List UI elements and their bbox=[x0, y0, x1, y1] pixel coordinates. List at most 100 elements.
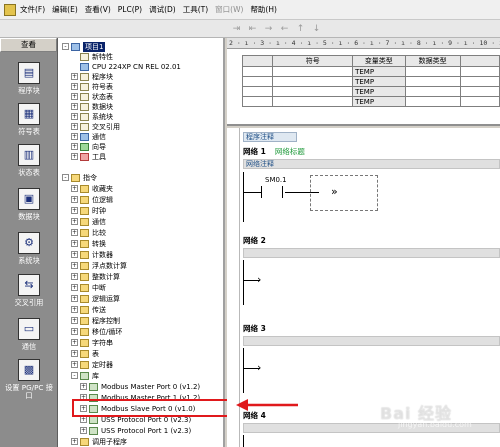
network-2-comment[interactable] bbox=[243, 248, 500, 258]
table-cell[interactable] bbox=[272, 76, 354, 87]
expand-icon[interactable]: + bbox=[71, 295, 78, 302]
expand-icon[interactable]: + bbox=[71, 273, 78, 280]
tree-item-data-block[interactable]: + 数据块 bbox=[71, 102, 113, 111]
expand-icon[interactable]: + bbox=[71, 317, 78, 324]
arrow-left-icon[interactable]: ← bbox=[278, 22, 291, 35]
collapse-icon[interactable]: - bbox=[71, 372, 78, 379]
tree-item-clock[interactable]: + 时钟 bbox=[71, 206, 106, 215]
tree-item-comm-instr[interactable]: + 通信 bbox=[71, 217, 106, 226]
expand-icon[interactable]: + bbox=[71, 438, 78, 445]
table-row[interactable]: TEMP bbox=[241, 76, 500, 87]
nav-communication[interactable]: ▭ 通信 bbox=[0, 318, 58, 351]
tree-item-instructions[interactable]: - 指令 bbox=[62, 173, 97, 182]
tree-item-system-block[interactable]: + 系统块 bbox=[71, 112, 113, 121]
expand-icon[interactable]: + bbox=[71, 339, 78, 346]
outdent-icon[interactable]: ⇤ bbox=[246, 22, 259, 35]
expand-icon[interactable]: + bbox=[71, 103, 78, 110]
menu-file[interactable]: 文件(F) bbox=[20, 4, 45, 15]
table-cell[interactable] bbox=[404, 66, 461, 77]
table-cell[interactable] bbox=[459, 86, 500, 97]
arrow-right-icon[interactable]: → bbox=[262, 22, 275, 35]
table-cell[interactable] bbox=[404, 96, 461, 107]
table-cell[interactable] bbox=[272, 96, 354, 107]
expand-icon[interactable]: + bbox=[80, 416, 87, 423]
open-branch-icon[interactable]: › bbox=[257, 362, 261, 373]
tree-item-cross-reference[interactable]: + 交叉引用 bbox=[71, 122, 120, 131]
table-cell[interactable] bbox=[272, 66, 354, 77]
tree-item-status-table[interactable]: + 状态表 bbox=[71, 92, 113, 101]
expand-icon[interactable]: + bbox=[71, 361, 78, 368]
tree-item-favorites[interactable]: + 收藏夹 bbox=[71, 184, 113, 193]
expand-icon[interactable]: + bbox=[71, 83, 78, 90]
table-cell[interactable]: TEMP bbox=[352, 96, 406, 107]
tree-item-cpu[interactable]: CPU 224XP CN REL 02.01 bbox=[71, 62, 181, 71]
program-comment[interactable]: 程序注释 bbox=[243, 132, 297, 142]
table-cell[interactable] bbox=[272, 86, 354, 97]
collapse-icon[interactable]: - bbox=[62, 174, 69, 181]
menu-edit[interactable]: 编辑(E) bbox=[52, 4, 78, 15]
nav-cross-reference[interactable]: ⇆ 交叉引用 bbox=[0, 274, 58, 307]
expand-icon[interactable]: + bbox=[71, 229, 78, 236]
tree-item-project[interactable]: - 项目1 bbox=[62, 41, 106, 52]
expand-icon[interactable]: + bbox=[80, 383, 87, 390]
nav-status-table[interactable]: ▥ 状态表 bbox=[0, 144, 58, 177]
table-cell[interactable] bbox=[241, 66, 274, 77]
expand-icon[interactable]: + bbox=[71, 185, 78, 192]
expand-icon[interactable]: + bbox=[71, 306, 78, 313]
table-cell[interactable]: TEMP bbox=[352, 86, 406, 97]
expand-icon[interactable]: + bbox=[71, 240, 78, 247]
expand-icon[interactable]: + bbox=[71, 207, 78, 214]
tree-item-compare[interactable]: + 比较 bbox=[71, 228, 106, 237]
tree-item-program-control[interactable]: + 程序控制 bbox=[71, 316, 120, 325]
tree-item-wizard[interactable]: + 向导 bbox=[71, 142, 106, 151]
tree-item-symbol-table[interactable]: + 符号表 bbox=[71, 82, 113, 91]
expand-icon[interactable]: + bbox=[71, 218, 78, 225]
network-2-title[interactable]: 网络 2 bbox=[243, 235, 266, 246]
tree-item-convert[interactable]: + 转换 bbox=[71, 239, 106, 248]
table-cell[interactable] bbox=[241, 76, 274, 87]
normally-open-contact[interactable] bbox=[261, 186, 283, 198]
tree-item-int-math[interactable]: + 整数计算 bbox=[71, 272, 120, 281]
table-cell[interactable]: TEMP bbox=[352, 66, 406, 77]
contact-address[interactable]: SM0.1 bbox=[265, 176, 287, 184]
open-branch-icon[interactable]: › bbox=[257, 274, 261, 285]
expand-icon[interactable]: + bbox=[71, 251, 78, 258]
menu-window[interactable]: 窗口(W) bbox=[215, 4, 243, 15]
tree-item-call-subroutine[interactable]: + 调用子程序 bbox=[71, 437, 127, 446]
expand-icon[interactable]: + bbox=[71, 328, 78, 335]
expand-icon[interactable]: + bbox=[80, 427, 87, 434]
tree-item-string[interactable]: + 字符串 bbox=[71, 338, 113, 347]
tree-item-tools[interactable]: + 工具 bbox=[71, 152, 106, 161]
expand-icon[interactable]: + bbox=[71, 123, 78, 130]
tree-item-uss-port-1[interactable]: + USS Protocol Port 1 (v2.3) bbox=[80, 426, 191, 435]
tree-item-interrupt[interactable]: + 中断 bbox=[71, 283, 106, 292]
menu-help[interactable]: 帮助(H) bbox=[250, 4, 277, 15]
table-cell[interactable] bbox=[404, 76, 461, 87]
expand-icon[interactable]: + bbox=[71, 113, 78, 120]
network-3-title[interactable]: 网络 3 bbox=[243, 323, 266, 334]
tree-item-bit-logic[interactable]: + 位逻辑 bbox=[71, 195, 113, 204]
table-cell[interactable] bbox=[459, 96, 500, 107]
expand-icon[interactable]: + bbox=[71, 262, 78, 269]
nav-pg-pc-interface[interactable]: ▩ 设置 PG/PC 接口 bbox=[0, 359, 58, 400]
tree-item-modbus-master-0[interactable]: + Modbus Master Port 0 (v1.2) bbox=[80, 382, 200, 391]
table-cell[interactable] bbox=[459, 76, 500, 87]
expand-icon[interactable]: + bbox=[71, 93, 78, 100]
indent-icon[interactable]: ⇥ bbox=[230, 22, 243, 35]
coil-placeholder-icon[interactable]: » bbox=[331, 186, 338, 197]
arrow-up-icon[interactable]: ↑ bbox=[294, 22, 307, 35]
tree-item-move[interactable]: + 传送 bbox=[71, 305, 106, 314]
tree-item-table[interactable]: + 表 bbox=[71, 349, 99, 358]
tree-item-shift-rotate[interactable]: + 移位/循环 bbox=[71, 327, 122, 336]
nav-program-block[interactable]: ▤ 程序块 bbox=[0, 62, 58, 95]
menu-tools[interactable]: 工具(T) bbox=[183, 4, 208, 15]
nav-system-block[interactable]: ⚙ 系统块 bbox=[0, 232, 58, 265]
table-row[interactable]: TEMP bbox=[241, 66, 500, 77]
collapse-icon[interactable]: - bbox=[62, 43, 69, 50]
network-1-comment[interactable]: 网络注释 bbox=[243, 159, 500, 169]
selection-box[interactable] bbox=[310, 175, 378, 211]
tree-item-float-math[interactable]: + 浮点数计算 bbox=[71, 261, 127, 270]
table-cell[interactable] bbox=[404, 86, 461, 97]
expand-icon[interactable]: + bbox=[71, 73, 78, 80]
network-1-title[interactable]: 网络 1 网络标题 bbox=[243, 146, 305, 157]
